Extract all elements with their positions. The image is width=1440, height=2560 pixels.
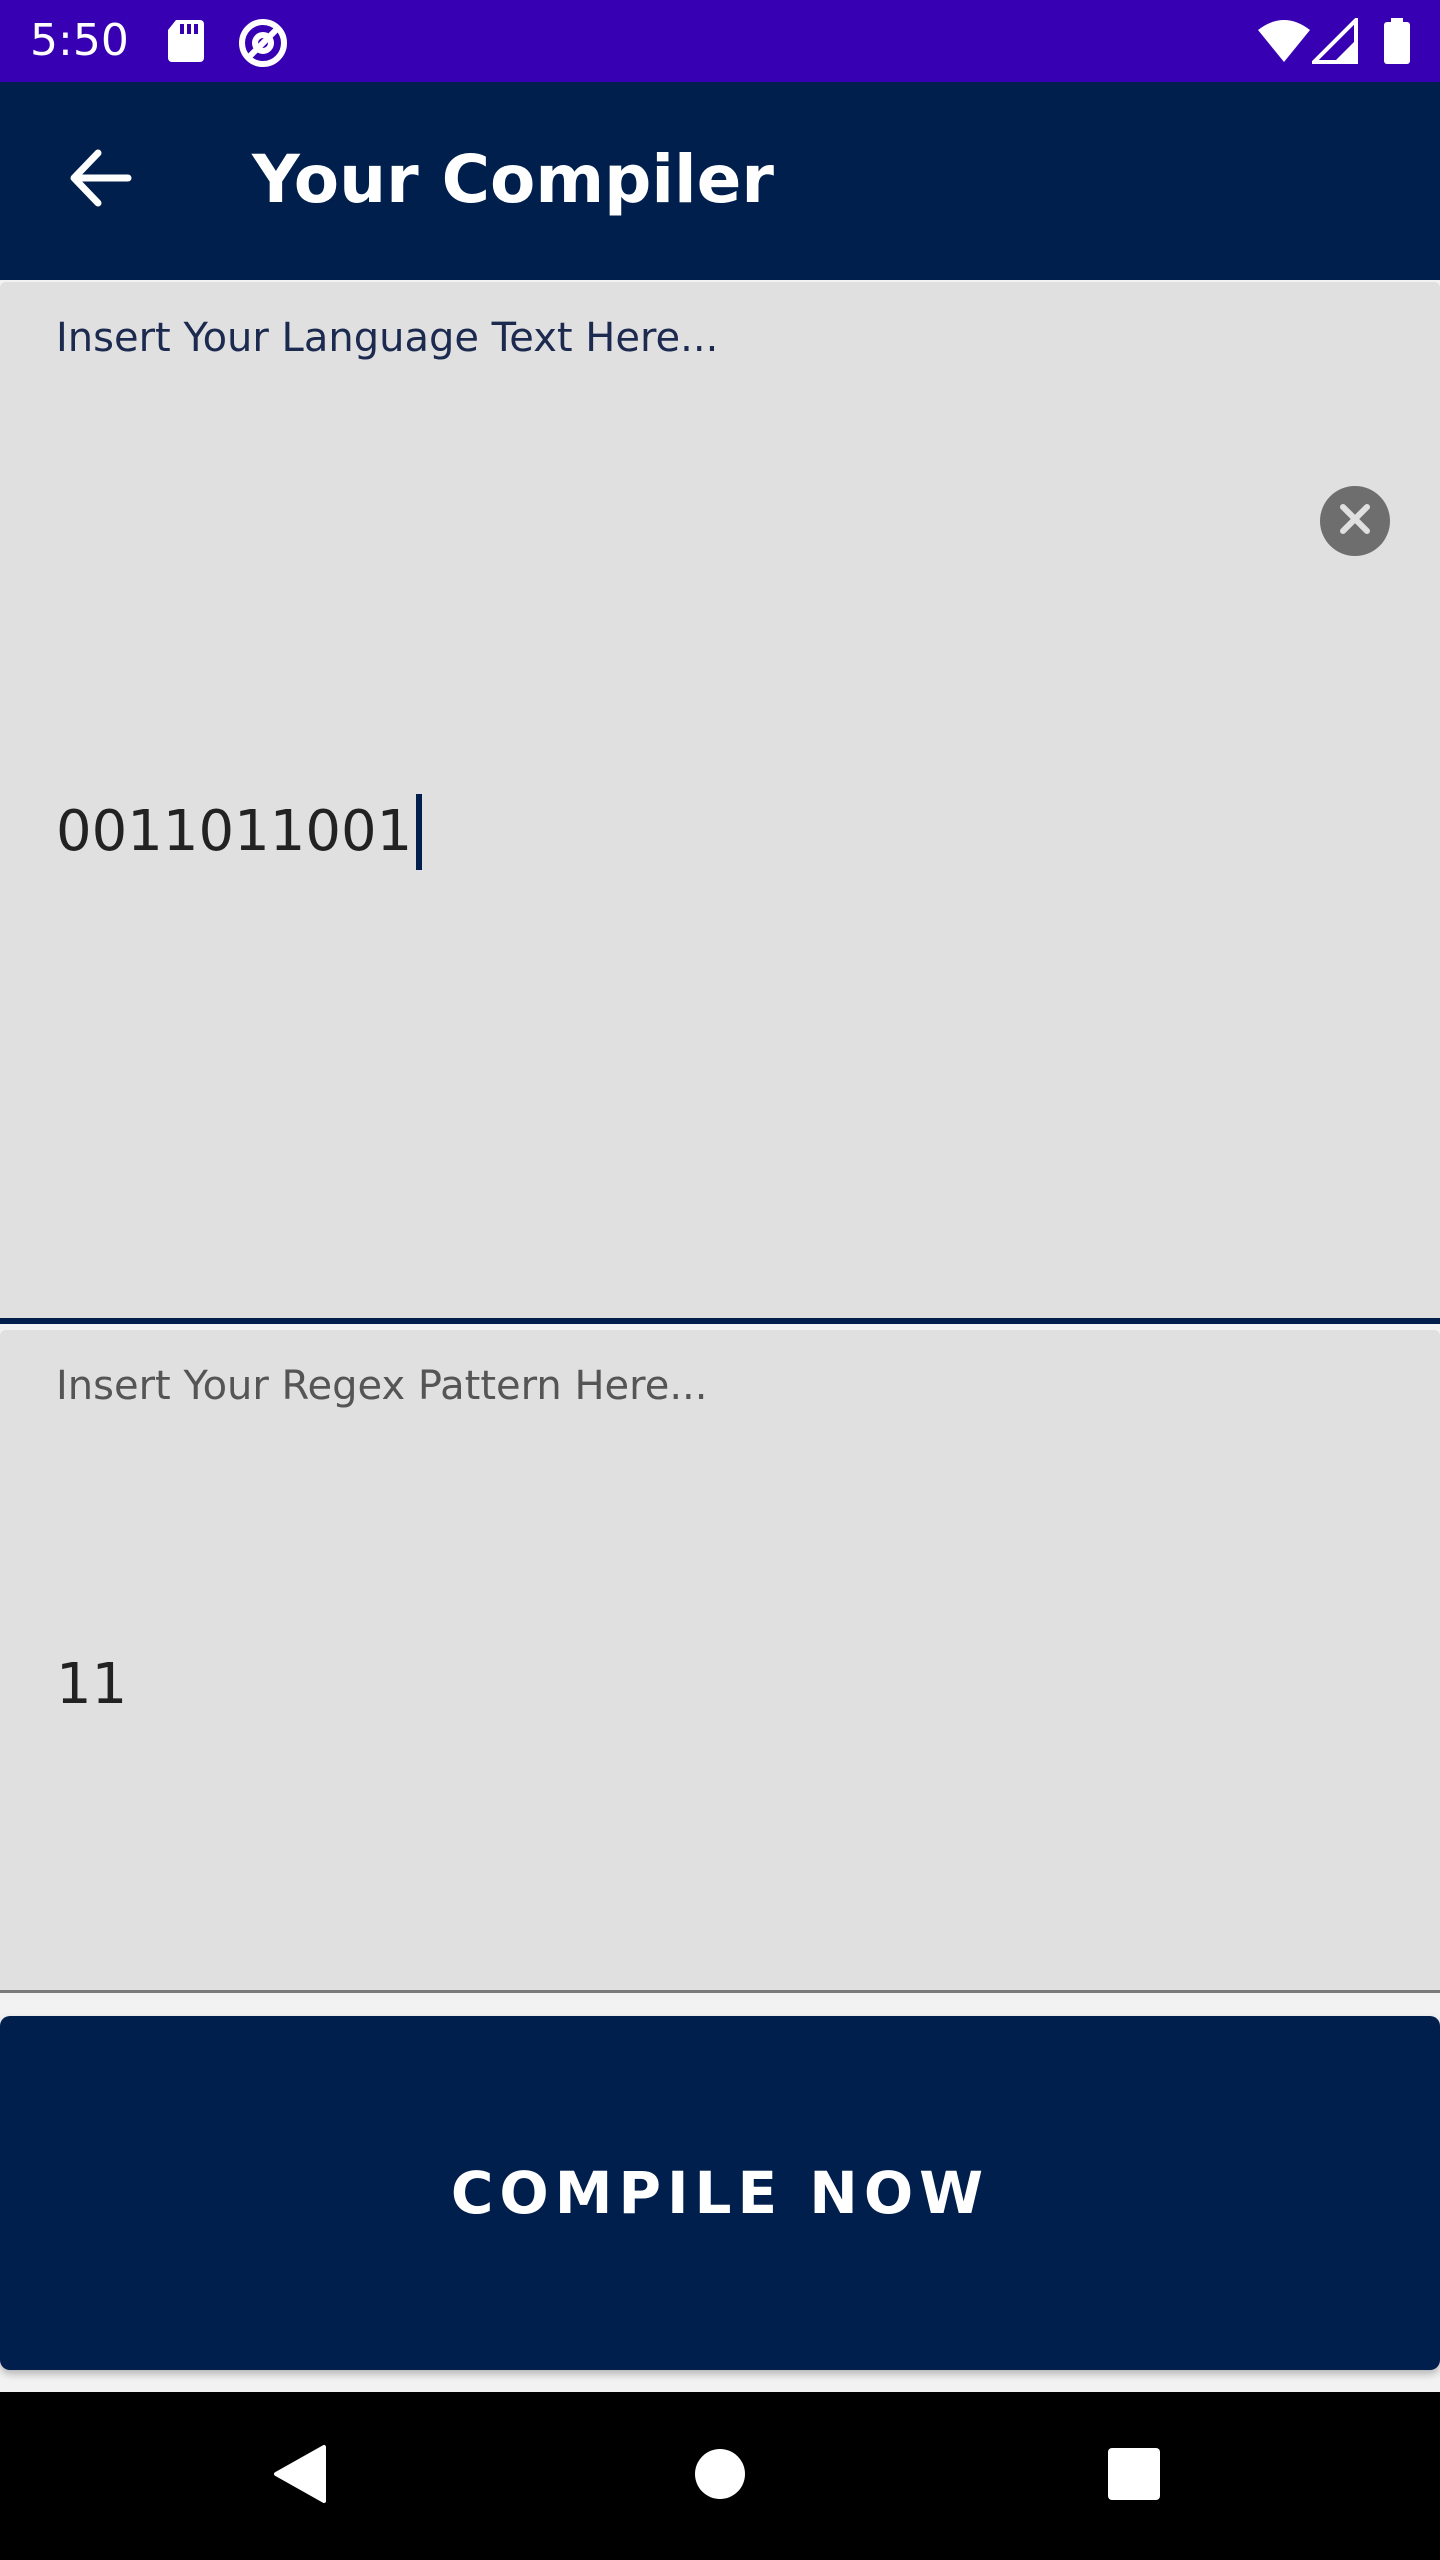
arrow-left-icon (68, 149, 132, 211)
text-cursor (416, 794, 423, 870)
status-time: 5:50 (30, 15, 129, 66)
regex-field-input[interactable]: 11 (56, 1650, 127, 1720)
nav-back-button[interactable] (258, 2434, 342, 2518)
battery-icon (1382, 18, 1412, 64)
back-button[interactable] (52, 132, 148, 228)
regex-pattern-field[interactable]: Insert Your Regex Pattern Here... 11 (0, 1330, 1440, 1993)
app-bar: Your Compiler (0, 82, 1440, 280)
at-sign-icon (236, 18, 290, 67)
regex-field-hint: Insert Your Regex Pattern Here... (56, 1363, 708, 1409)
compile-button-label: COMPILE NOW (450, 2159, 990, 2227)
regex-field-value: 11 (56, 1652, 128, 1717)
language-text-field[interactable]: Insert Your Language Text Here... 001101… (0, 282, 1440, 1324)
close-circle-icon (1338, 502, 1372, 540)
nav-recents-button[interactable] (1092, 2434, 1176, 2518)
back-triangle-icon (270, 2443, 330, 2509)
page-title: Your Compiler (252, 141, 774, 218)
language-field-input[interactable]: 0011011001 (56, 794, 423, 870)
sd-card-icon (166, 18, 206, 64)
home-circle-icon (693, 2447, 747, 2505)
nav-home-button[interactable] (678, 2434, 762, 2518)
system-navigation-bar (0, 2392, 1440, 2560)
wifi-icon (1256, 18, 1312, 64)
compile-now-button[interactable]: COMPILE NOW (0, 2016, 1440, 2370)
recents-square-icon (1106, 2446, 1162, 2506)
language-field-hint: Insert Your Language Text Here... (56, 315, 719, 361)
cellular-signal-icon (1312, 18, 1358, 64)
status-bar: 5:50 (0, 0, 1440, 82)
clear-text-button[interactable] (1320, 486, 1390, 556)
language-field-value: 0011011001 (56, 799, 413, 864)
